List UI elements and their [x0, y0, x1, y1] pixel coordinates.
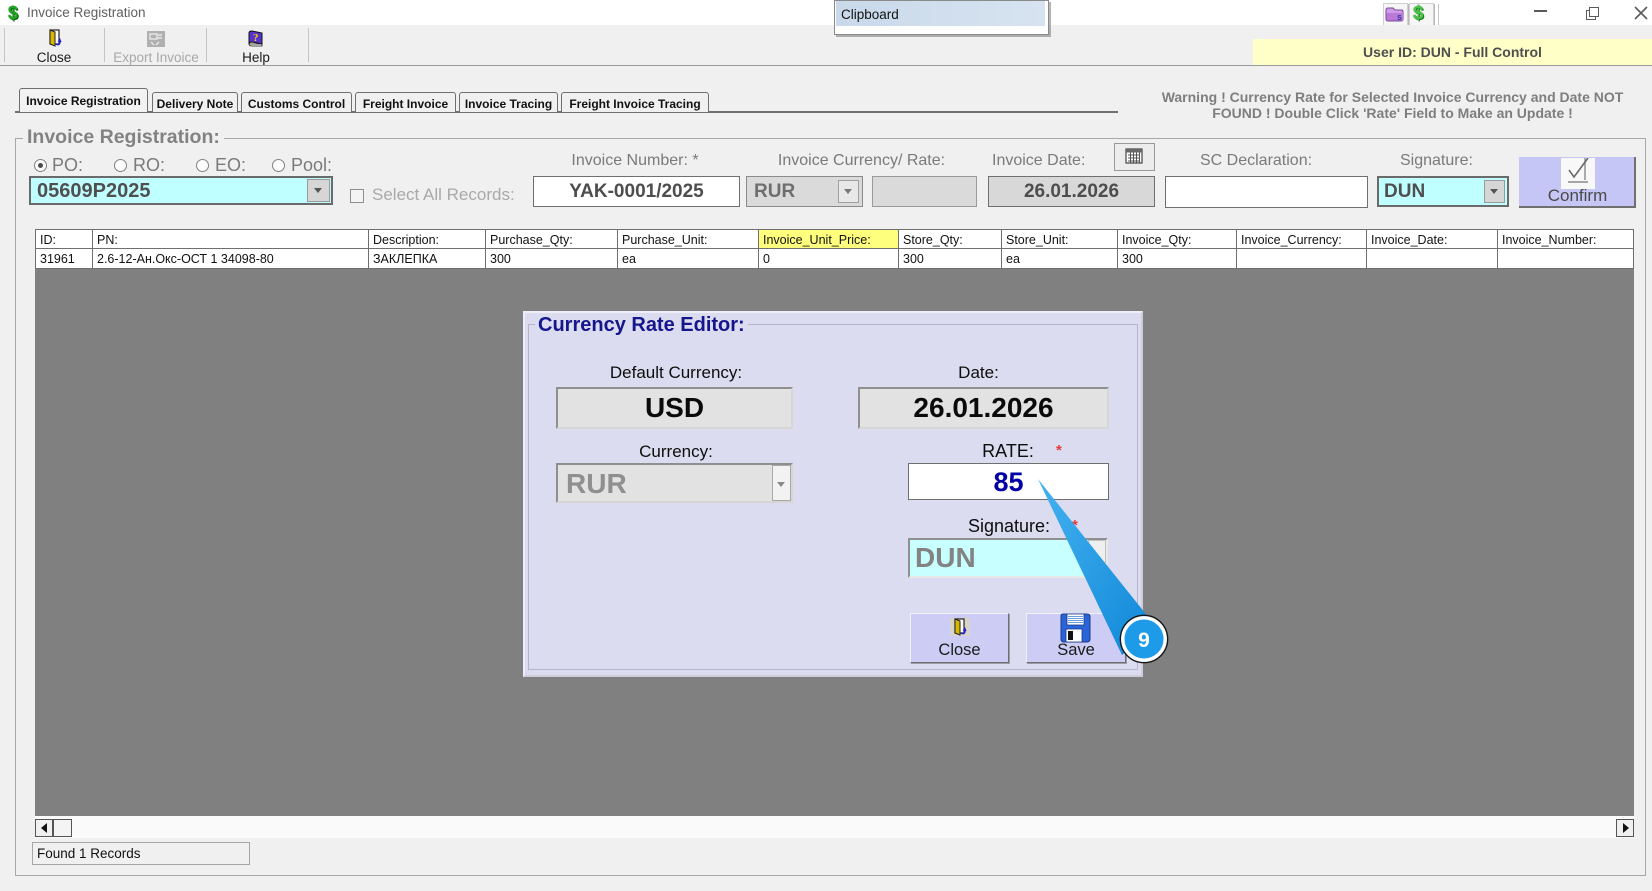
svg-text:?: ? [253, 32, 259, 44]
svg-text:9: 9 [1138, 629, 1150, 652]
svg-text:s: s [1397, 12, 1402, 22]
